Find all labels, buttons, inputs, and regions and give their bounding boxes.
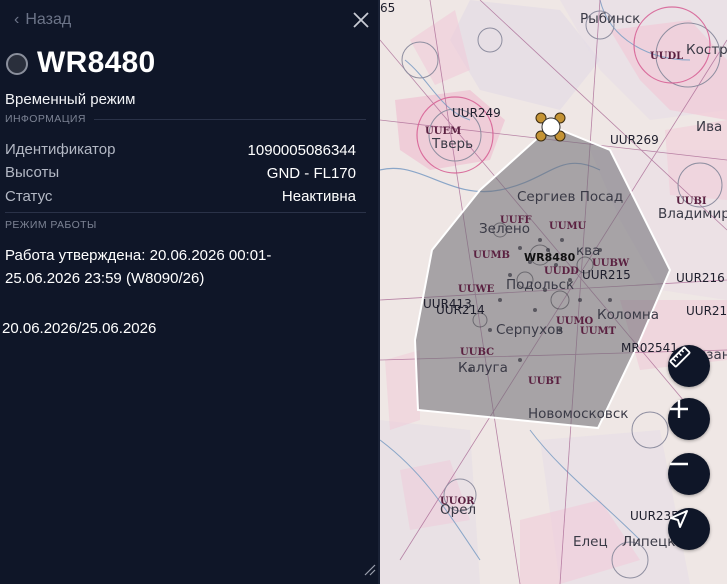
zoom-in-button[interactable] bbox=[668, 398, 710, 440]
map-code-label: UUR215 bbox=[582, 268, 631, 282]
details-panel: ‹ Назад WR8480 Временный режим ИНФОРМАЦИЯ… bbox=[0, 0, 380, 584]
identifier-label: Идентификатор bbox=[5, 141, 116, 158]
altitudes-value: GND - FL170 bbox=[266, 165, 356, 182]
map-city-label: Елец bbox=[573, 534, 608, 550]
map-city-label: Тверь bbox=[432, 136, 474, 152]
airport-label: UUMT bbox=[580, 326, 616, 337]
zoom-out-button[interactable] bbox=[668, 453, 710, 495]
zone-title: WR8480 bbox=[37, 46, 156, 79]
ruler-button[interactable] bbox=[668, 345, 710, 387]
zone-type: Временный режим bbox=[5, 91, 136, 108]
navigation-arrow-icon bbox=[670, 510, 688, 528]
altitudes-label: Высоты bbox=[5, 164, 60, 181]
map-city-label: ква bbox=[576, 243, 601, 259]
map-city-label: Калуга bbox=[458, 360, 508, 376]
map-code-label: UUR216 bbox=[676, 271, 725, 285]
locate-button[interactable] bbox=[668, 508, 710, 550]
approval-text: Работа утверждена: 20.06.2026 00:01- 25.… bbox=[5, 244, 335, 290]
airport-label: UUMU bbox=[549, 221, 587, 232]
map-label: 65 bbox=[380, 1, 396, 15]
status-value: Неактивна bbox=[281, 188, 356, 205]
airport-label: UUWE bbox=[458, 284, 495, 295]
resize-handle-icon[interactable] bbox=[362, 562, 376, 576]
map-city-label: Владимир bbox=[658, 206, 727, 222]
status-indicator-icon bbox=[6, 53, 28, 75]
zone-map-label: WR8480 bbox=[524, 251, 576, 264]
close-icon[interactable] bbox=[350, 9, 372, 31]
approval-line: Работа утверждена: 20.06.2026 00:01- bbox=[5, 247, 272, 264]
airport-label: UUBC bbox=[460, 347, 495, 358]
map-city-label: Серпухов bbox=[496, 322, 564, 338]
map-code-label: UUR269 bbox=[610, 133, 659, 147]
map-code-label: UUR21 bbox=[686, 304, 727, 318]
back-button[interactable]: ‹ Назад bbox=[14, 11, 71, 29]
date-range: 20.06.2026/25.06.2026 bbox=[2, 320, 157, 337]
map-city-label: Костр bbox=[686, 42, 727, 58]
map-city-label: Коломна bbox=[597, 307, 660, 323]
map-city-label: Новомосковск bbox=[528, 406, 629, 422]
status-label: Статус bbox=[5, 188, 53, 205]
airport-label: UUMB bbox=[473, 250, 510, 261]
airport-label: UUDL bbox=[650, 51, 684, 62]
map-city-label: Липецк bbox=[622, 534, 676, 550]
approval-line: 25.06.2026 23:59 (W8090/26) bbox=[5, 270, 205, 287]
mode-section-heading: РЕЖИМ РАБОТЫ bbox=[5, 219, 97, 231]
map-city-label: Орел bbox=[440, 502, 477, 518]
map-city-label: Подольск bbox=[506, 277, 575, 293]
map-city-label: Сергиев Посад bbox=[517, 189, 624, 205]
map-code-label: UUR249 bbox=[452, 106, 501, 120]
section-divider bbox=[94, 119, 366, 120]
info-section-heading: ИНФОРМАЦИЯ bbox=[5, 113, 86, 125]
map-city-label: Рыбинск bbox=[580, 11, 641, 27]
map-city-label: Ива bbox=[696, 119, 723, 135]
airport-label: UUBT bbox=[528, 376, 562, 387]
back-label: Назад bbox=[25, 11, 72, 28]
plus-icon bbox=[670, 400, 688, 418]
map-city-label: Зелено bbox=[479, 221, 530, 237]
map-code-label: UUR214 bbox=[436, 303, 485, 317]
section-divider bbox=[5, 212, 366, 213]
ruler-icon bbox=[669, 346, 691, 368]
identifier-value: 1090005086344 bbox=[247, 142, 356, 159]
chevron-left-icon: ‹ bbox=[14, 11, 20, 28]
minus-icon bbox=[670, 462, 688, 466]
airport-label: UUDD bbox=[544, 266, 579, 277]
